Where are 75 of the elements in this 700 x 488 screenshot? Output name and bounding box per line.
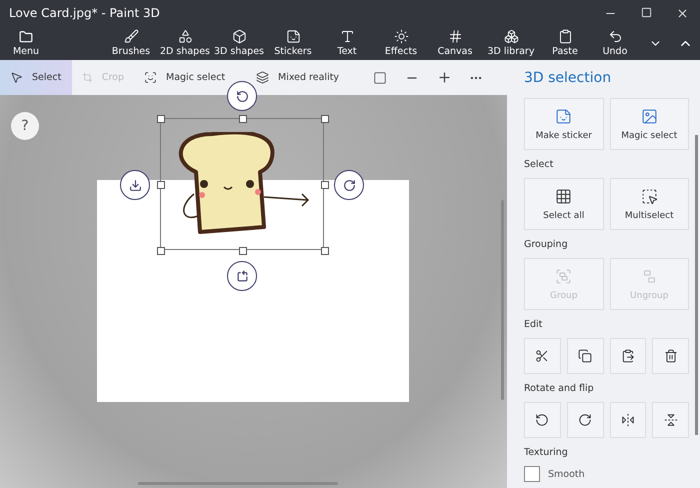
section-heading: Texturing — [524, 447, 569, 458]
panel-title: 3D selection — [524, 70, 612, 86]
icon-button[interactable] — [524, 338, 561, 374]
toolbar-button[interactable]: Select — [0, 60, 72, 95]
resize-handle[interactable] — [321, 115, 329, 123]
toolbar-button[interactable]: Magic select — [134, 60, 246, 95]
panel-button[interactable]: Multiselect — [610, 178, 689, 230]
resize-handle[interactable] — [321, 247, 329, 255]
scissors-icon — [535, 349, 550, 363]
trash-icon — [664, 349, 678, 363]
undo-button[interactable]: Undo — [590, 29, 640, 57]
folder-icon — [19, 30, 33, 44]
group-icon — [555, 268, 572, 284]
undo-icon — [608, 29, 622, 44]
pointer-icon — [10, 71, 23, 84]
grid-icon — [555, 188, 572, 204]
shapes-icon — [178, 29, 192, 44]
resize-handle[interactable] — [157, 247, 165, 255]
rotate-left-icon — [535, 413, 550, 427]
ribbon-tool[interactable]: Effects — [374, 29, 428, 57]
resize-handle[interactable] — [157, 181, 165, 189]
panel-button[interactable]: Make sticker — [524, 98, 604, 150]
icon-button[interactable] — [566, 402, 604, 438]
rotate-handle[interactable] — [227, 81, 257, 111]
scrollbar-thumb[interactable] — [501, 200, 504, 400]
ribbon-tool[interactable]: 2D shapes — [158, 29, 212, 57]
help-button[interactable]: ? — [11, 112, 39, 140]
resize-handle[interactable] — [321, 181, 329, 189]
rotate-handle[interactable] — [120, 170, 150, 200]
checkbox[interactable] — [524, 466, 540, 482]
menu-button[interactable]: Menu — [0, 30, 52, 56]
brush-icon — [124, 29, 138, 44]
rotate-handle[interactable] — [334, 170, 364, 200]
scrollbar-thumb[interactable] — [695, 135, 698, 435]
picture-icon — [640, 108, 658, 124]
icon-button[interactable] — [524, 402, 561, 438]
resize-handle[interactable] — [239, 247, 247, 255]
rotate-right-icon — [578, 413, 592, 427]
section-heading: Rotate and flip — [524, 383, 595, 394]
sticker-icon — [555, 108, 572, 124]
cubes-icon — [504, 29, 518, 44]
resize-handle[interactable] — [239, 115, 247, 123]
window-title: Love Card.jpg* - Paint 3D — [9, 6, 160, 20]
pointer-selection-icon — [640, 188, 658, 204]
panel-button[interactable]: Magic select — [610, 98, 689, 150]
ribbon-tool[interactable]: 3D library — [482, 29, 540, 57]
panel-button[interactable]: Select all — [524, 178, 604, 230]
flip-vertical-icon — [664, 413, 678, 427]
section-heading: Grouping — [524, 239, 569, 250]
sun-icon — [394, 29, 408, 44]
paste-button[interactable]: Paste — [540, 29, 590, 57]
ribbon-tool[interactable]: Canvas — [428, 29, 482, 57]
ribbon-tool[interactable]: Stickers — [266, 29, 320, 57]
flip-horizontal-icon — [620, 413, 635, 427]
icon-button[interactable] — [566, 338, 604, 374]
ribbon-tool[interactable]: Brushes — [104, 29, 158, 57]
ribbon-tool[interactable]: 3D shapes — [212, 29, 266, 57]
section-heading: Edit — [524, 319, 544, 330]
toolbar-button[interactable]: Mixed reality — [246, 60, 364, 95]
layers-icon — [256, 71, 269, 84]
crop-icon — [82, 71, 93, 84]
grid-icon — [448, 29, 462, 44]
clipboard-icon — [558, 29, 572, 44]
paste-icon — [620, 349, 635, 363]
icon-button[interactable] — [610, 338, 646, 374]
icon-button[interactable] — [652, 338, 689, 374]
text-icon — [340, 29, 354, 44]
face-scan-icon — [144, 71, 157, 84]
section-heading: Select — [524, 159, 554, 170]
checkbox-label: Smooth — [548, 468, 585, 480]
ribbon-tool[interactable]: Text — [320, 29, 374, 57]
copy-icon — [578, 349, 592, 363]
resize-handle[interactable] — [157, 115, 165, 123]
cube-icon — [232, 29, 246, 44]
sticker-icon — [286, 29, 300, 44]
